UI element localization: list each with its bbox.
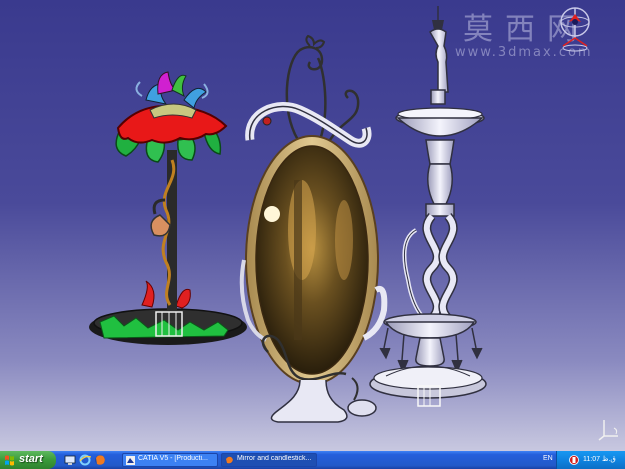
start-button[interactable]: start: [0, 451, 56, 469]
taskbar-task-catia[interactable]: CATIA V5 - [Producti...: [122, 453, 218, 467]
taskbar-clock[interactable]: 11:07 ق.ظ: [583, 455, 616, 463]
task-label-catia: CATIA V5 - [Producti...: [138, 455, 208, 462]
taskbar-task-firefox[interactable]: Mirror and candlestick...: [221, 453, 317, 467]
catia-3d-viewport[interactable]: 莫西网 www.3dmax.com: [0, 0, 625, 451]
product-scene: [89, 6, 487, 423]
oval-mirror[interactable]: [239, 34, 388, 423]
compass-icon[interactable]: [555, 4, 595, 56]
desktop-icon[interactable]: [64, 454, 76, 466]
tall-candlestick[interactable]: [369, 6, 487, 407]
firefox-icon: [225, 456, 234, 465]
firefox-icon[interactable]: [94, 454, 106, 466]
watermark: 莫西网 www.3dmax.com: [455, 4, 620, 66]
system-tray: 11:07 ق.ظ: [556, 451, 625, 469]
task-label-firefox: Mirror and candlestick...: [237, 455, 312, 462]
candlestick-lamp[interactable]: [89, 71, 247, 345]
windows-taskbar: start CATIA V5 - [Producti... Mirror and…: [0, 451, 625, 469]
ie-icon[interactable]: [79, 454, 91, 466]
security-shield-icon[interactable]: [569, 455, 579, 465]
language-indicator[interactable]: EN: [543, 455, 553, 462]
catia-icon: [126, 456, 135, 465]
start-label: start: [19, 453, 43, 465]
windows-logo-icon: [5, 455, 14, 466]
axis-indicator-icon: [598, 420, 618, 441]
